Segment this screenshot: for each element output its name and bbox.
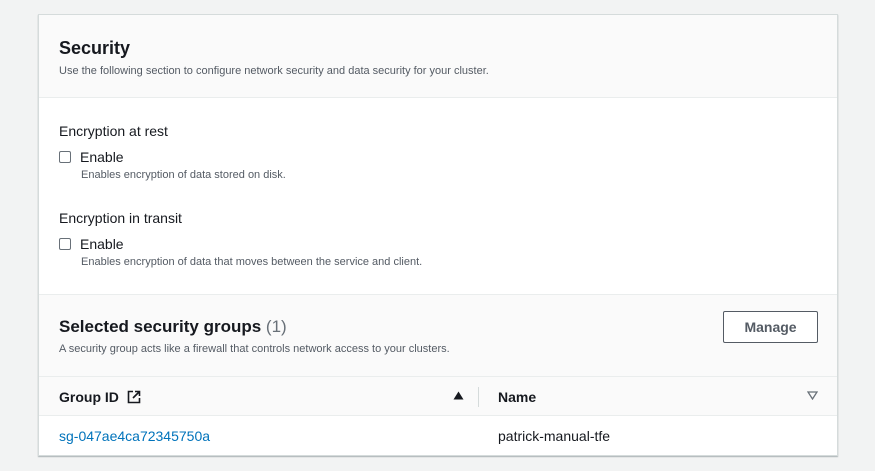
encryption-in-transit-field: Encryption in transit Enable Enables enc…: [59, 209, 817, 269]
encryption-in-transit-checkbox[interactable]: [59, 238, 71, 250]
external-link-icon[interactable]: [127, 390, 141, 404]
encryption-in-transit-enable-label[interactable]: Enable: [80, 235, 124, 253]
encryption-at-rest-help: Enables encryption of data stored on dis…: [81, 169, 286, 181]
encryption-at-rest-field: Encryption at rest Enable Enables encryp…: [59, 122, 817, 182]
encryption-at-rest-option[interactable]: Enable: [59, 148, 817, 166]
security-groups-title-text: Selected security groups: [59, 317, 262, 336]
column-header-name[interactable]: Name: [498, 377, 818, 417]
security-groups-table-header: Group ID Name: [39, 376, 837, 416]
manage-button[interactable]: Manage: [723, 311, 818, 343]
sort-ascending-icon[interactable]: [453, 391, 464, 400]
column-header-group-id-label: Group ID: [59, 389, 119, 405]
encryption-at-rest-enable-label[interactable]: Enable: [80, 148, 124, 166]
table-row: sg-047ae4ca72345750a patrick-manual-tfe: [39, 416, 837, 455]
encryption-in-transit-help: Enables encryption of data that moves be…: [81, 256, 423, 268]
sort-descending-icon[interactable]: [807, 391, 818, 400]
security-panel: Security Use the following section to co…: [38, 14, 838, 456]
security-description: Use the following section to configure n…: [59, 65, 489, 77]
encryption-in-transit-option[interactable]: Enable: [59, 235, 817, 253]
column-header-group-id[interactable]: Group ID: [59, 377, 468, 417]
security-header: Security Use the following section to co…: [39, 15, 837, 98]
security-groups-title: Selected security groups (1): [59, 317, 817, 337]
security-title: Security: [59, 38, 131, 58]
column-divider[interactable]: [478, 387, 479, 407]
encryption-at-rest-checkbox[interactable]: [59, 151, 71, 163]
security-body: Encryption at rest Enable Enables encryp…: [39, 98, 837, 294]
security-groups-count: (1): [265, 317, 287, 336]
column-header-name-label: Name: [498, 389, 537, 405]
group-id-link[interactable]: sg-047ae4ca72345750a: [59, 416, 210, 455]
group-name-cell: patrick-manual-tfe: [498, 428, 611, 444]
security-groups-header: Selected security groups (1) A security …: [39, 294, 837, 376]
encryption-in-transit-label: Encryption in transit: [59, 210, 182, 226]
security-groups-description: A security group acts like a firewall th…: [59, 343, 450, 355]
encryption-at-rest-label: Encryption at rest: [59, 123, 168, 139]
